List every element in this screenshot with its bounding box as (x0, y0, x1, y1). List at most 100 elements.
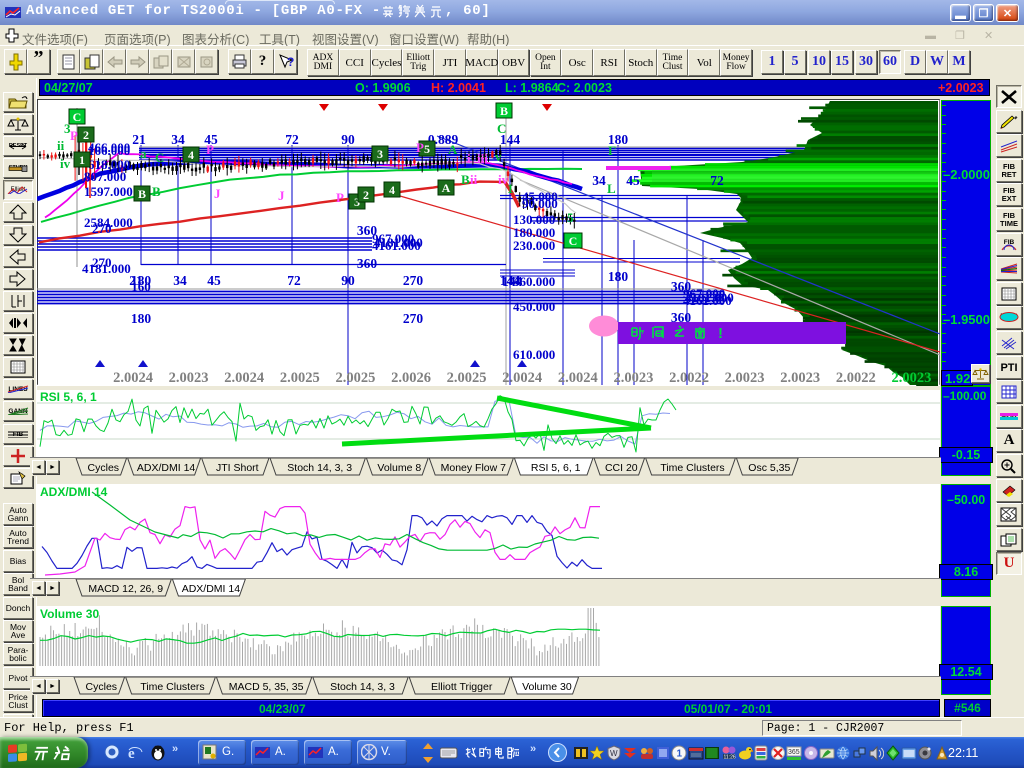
svg-text:90.000: 90.000 (522, 196, 558, 211)
svg-text:1597.000: 1597.000 (84, 184, 133, 199)
svg-text:11:26: 11:26 (723, 755, 735, 761)
svg-text:2.0024: 2.0024 (502, 370, 542, 386)
svg-text:2.0026: 2.0026 (391, 370, 431, 386)
svg-text:Cycles: Cycles (88, 462, 120, 474)
svg-text:2.0023: 2.0023 (169, 370, 209, 386)
svg-text:270: 270 (92, 221, 112, 236)
svg-text:P: P (70, 128, 78, 143)
svg-text:i: i (467, 151, 471, 166)
svg-text:B: B (138, 187, 146, 201)
svg-text:Stoch 14, 3, 3: Stoch 14, 3, 3 (330, 681, 395, 693)
svg-text:807.000: 807.000 (84, 169, 126, 184)
svg-text:C: C (497, 121, 506, 136)
svg-text:ADX/DMI 14: ADX/DMI 14 (40, 485, 108, 499)
svg-text:3: 3 (377, 147, 383, 161)
svg-text:365: 365 (788, 749, 800, 756)
svg-text:34: 34 (171, 132, 185, 147)
svg-text:Stoch 14, 3, 3: Stoch 14, 3, 3 (287, 462, 352, 474)
svg-text:45: 45 (207, 273, 221, 288)
svg-text:230.000: 230.000 (513, 238, 555, 253)
svg-text:21: 21 (132, 132, 146, 147)
svg-text:P: P (206, 142, 214, 157)
svg-text:2.0024: 2.0024 (113, 370, 153, 386)
svg-text:MACD 5, 35, 35: MACD 5, 35, 35 (229, 681, 304, 693)
svg-text:RSI 5, 6, 1: RSI 5, 6, 1 (40, 390, 97, 404)
svg-text:1: 1 (79, 153, 85, 167)
svg-text:B: B (500, 104, 508, 118)
svg-text:iii: iii (477, 151, 488, 166)
svg-text:4181.000: 4181.000 (685, 290, 734, 305)
svg-text:JTI Short: JTI Short (216, 462, 259, 474)
svg-text:72: 72 (710, 173, 724, 188)
svg-text:72: 72 (287, 273, 301, 288)
svg-text:90: 90 (341, 132, 355, 147)
svg-text:Osc 5,35: Osc 5,35 (748, 462, 790, 474)
svg-text:C: C (569, 234, 578, 248)
svg-text:4181.000: 4181.000 (82, 261, 131, 276)
svg-text:2.0025: 2.0025 (447, 370, 487, 386)
svg-text:180: 180 (608, 269, 629, 284)
svg-text:Money Flow 7: Money Flow 7 (441, 462, 507, 474)
svg-text:180: 180 (131, 311, 152, 326)
svg-text:2: 2 (363, 188, 369, 202)
svg-text:P: P (416, 140, 424, 155)
svg-text:5: 5 (424, 142, 430, 156)
svg-text:A: A (448, 142, 458, 157)
svg-text:2.0023: 2.0023 (780, 370, 820, 386)
svg-text:610.000: 610.000 (513, 347, 555, 362)
svg-text:W: W (610, 749, 618, 758)
svg-text:v: v (495, 149, 502, 164)
svg-text:ADX/DMI 14: ADX/DMI 14 (137, 462, 196, 474)
svg-text:ii: ii (470, 172, 478, 187)
svg-text:Cycles: Cycles (86, 681, 118, 693)
svg-text:iv: iv (60, 156, 71, 171)
svg-text:Volume 30: Volume 30 (40, 607, 99, 621)
svg-text:iv: iv (498, 172, 509, 187)
svg-text:2.0025: 2.0025 (335, 370, 375, 386)
svg-text:a: a (140, 146, 147, 161)
svg-text:166.000: 166.000 (88, 143, 130, 158)
svg-text:B: B (152, 184, 161, 199)
svg-text:270: 270 (403, 273, 424, 288)
svg-text:45: 45 (626, 173, 640, 188)
svg-text:144: 144 (502, 274, 523, 289)
svg-text:360: 360 (357, 256, 378, 271)
svg-text:2.0022: 2.0022 (669, 370, 709, 386)
svg-text:2.0023: 2.0023 (613, 370, 653, 386)
svg-text:2: 2 (83, 128, 89, 142)
svg-text:160: 160 (131, 279, 151, 294)
svg-text:Volume 8: Volume 8 (377, 462, 421, 474)
svg-text:C: C (155, 150, 164, 165)
svg-text:L: L (607, 181, 616, 196)
svg-text:ADX/DMI 14: ADX/DMI 14 (182, 583, 241, 595)
svg-text:MACD 12, 26, 9: MACD 12, 26, 9 (88, 583, 163, 595)
svg-text:ii: ii (57, 138, 65, 153)
svg-text:270: 270 (403, 311, 424, 326)
svg-text:J: J (278, 188, 285, 203)
svg-text:2.0024: 2.0024 (224, 370, 264, 386)
svg-text:C: C (73, 110, 82, 124)
svg-text:1: 1 (677, 749, 683, 760)
svg-text:4: 4 (389, 183, 395, 197)
svg-text:90: 90 (341, 273, 355, 288)
svg-text:B: B (461, 172, 470, 187)
svg-text:J: J (214, 186, 221, 201)
svg-text:!: ! (718, 325, 723, 342)
svg-text:5: 5 (567, 210, 574, 225)
svg-text:4181.000: 4181.000 (374, 235, 423, 250)
svg-text:Elliott Trigger: Elliott Trigger (431, 681, 493, 693)
svg-text:4: 4 (188, 148, 194, 162)
svg-text:72: 72 (285, 132, 299, 147)
svg-text:Time Clusters: Time Clusters (660, 462, 724, 474)
svg-text:RSI 5, 6, 1: RSI 5, 6, 1 (531, 462, 581, 474)
svg-text:2.0022: 2.0022 (836, 370, 876, 386)
svg-text:450.000: 450.000 (513, 299, 555, 314)
svg-text:Γ: Γ (608, 143, 616, 158)
svg-text:34: 34 (173, 273, 187, 288)
svg-text:A: A (442, 181, 451, 195)
svg-text:2.0024: 2.0024 (558, 370, 598, 386)
svg-text:P: P (336, 190, 344, 205)
svg-text:CCI 20: CCI 20 (605, 462, 638, 474)
svg-text:2.0023: 2.0023 (725, 370, 765, 386)
svg-text:Time Clusters: Time Clusters (140, 681, 204, 693)
